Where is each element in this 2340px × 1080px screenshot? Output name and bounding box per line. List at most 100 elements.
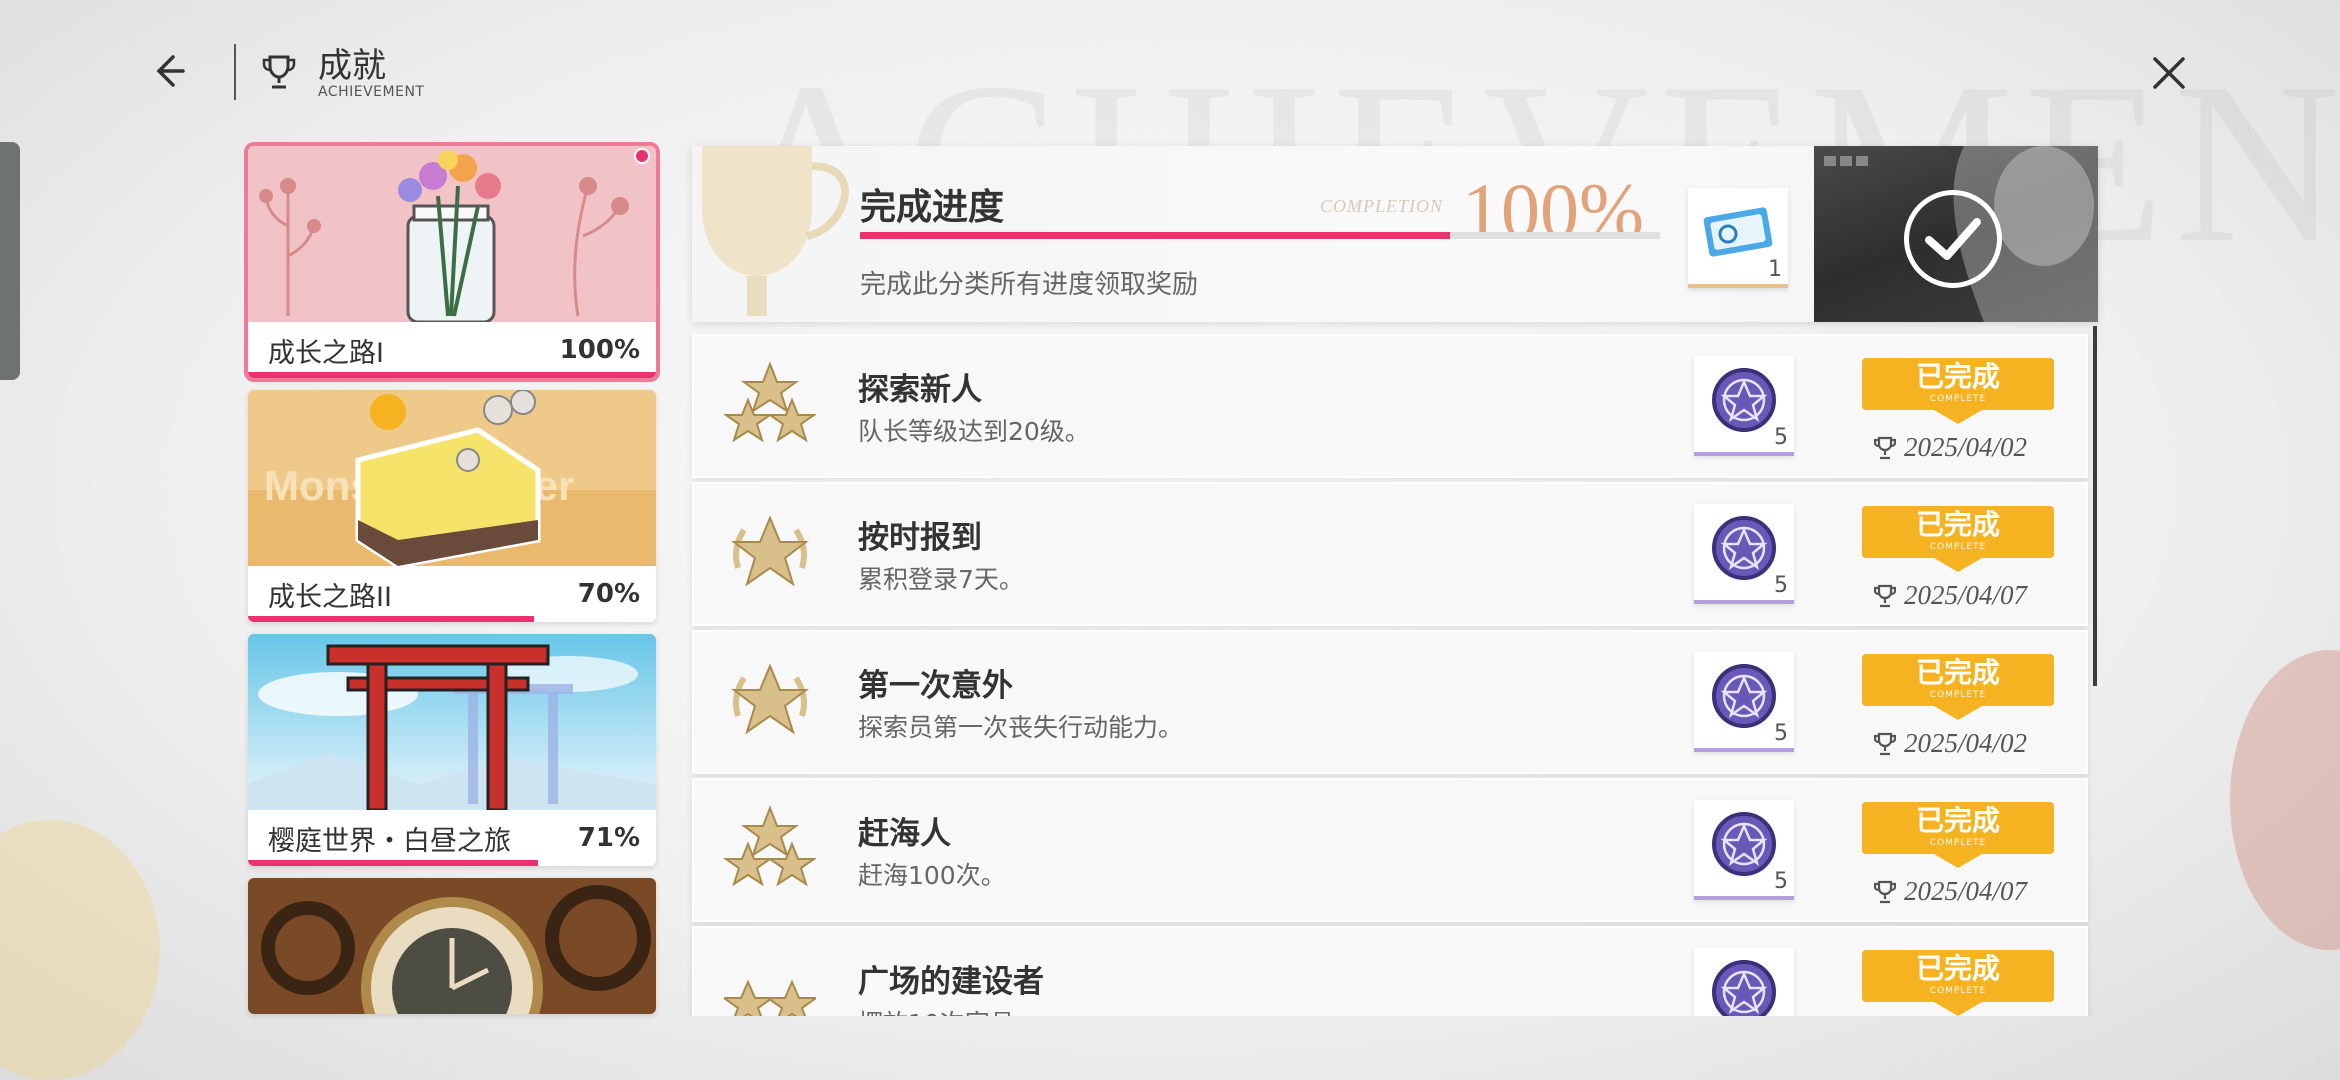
- character-portrait: [1814, 146, 2098, 322]
- category-label-row: 成长之路I 100%: [248, 322, 656, 378]
- achievement-name: 第一次意外: [858, 668, 1013, 704]
- two-star-medal-icon: [724, 979, 816, 1016]
- completion-date: 2025/04/07: [1874, 580, 2027, 611]
- category-name: 樱庭世界・白昼之旅: [268, 825, 511, 857]
- category-progress-bar: [248, 372, 656, 378]
- reward-count: 5: [1774, 573, 1788, 598]
- completed-sublabel: COMPLETE: [1929, 690, 1987, 700]
- three-star-medal-icon: [724, 805, 816, 887]
- achievement-description: 探索员第一次丧失行动能力。: [858, 713, 1184, 742]
- completed-badge: 已完成 COMPLETE: [1862, 506, 2054, 572]
- achievement-description: 累积登录7天。: [858, 565, 1024, 594]
- page-title: 成就: [318, 46, 386, 86]
- reward-count: 5: [1774, 425, 1788, 450]
- completion-progress-fill: [860, 232, 1450, 239]
- page-subtitle: ACHIEVEMENT: [318, 84, 425, 100]
- reward-count: 5: [1774, 721, 1788, 746]
- category-percent: 71%: [577, 823, 640, 853]
- achievement-name: 按时报到: [858, 520, 982, 556]
- category-progress-bar: [248, 616, 534, 622]
- completion-reward-item[interactable]: 1: [1688, 188, 1788, 288]
- date-text: 2025/04/07: [1904, 580, 2028, 610]
- header-divider: [234, 44, 236, 100]
- reward-count: 5: [1774, 869, 1788, 894]
- achievement-name: 探索新人: [858, 372, 982, 408]
- completion-description: 完成此分类所有进度领取奖励: [860, 270, 1199, 300]
- category-name: 成长之路I: [268, 337, 384, 369]
- achievement-row: 广场的建设者 摆放10次家具 5 已完成 COMPLETE: [692, 926, 2088, 1016]
- category-label-row: 成长之路II 70%: [248, 566, 656, 622]
- one-star-medal-icon: [731, 515, 809, 587]
- achievement-description: 队长等级达到20级。: [858, 417, 1090, 446]
- category-art-cake: Monster Hunter: [248, 390, 656, 566]
- achievement-row: 第一次意外 探索员第一次丧失行动能力。 5 已完成 COMPLETE 2025/…: [692, 630, 2088, 774]
- achievement-name: 广场的建设者: [858, 964, 1044, 1000]
- completed-sublabel: COMPLETE: [1929, 838, 1987, 848]
- trophy-icon: [262, 55, 296, 89]
- claimed-check-icon: [1904, 190, 2002, 288]
- trophy-cup-icon: [702, 146, 849, 316]
- category-percent: 100%: [559, 335, 640, 365]
- date-text: 2025/04/02: [1904, 432, 2028, 462]
- background-blob-left: [0, 820, 160, 1080]
- category-art-flowers: [248, 146, 656, 322]
- achievement-reward[interactable]: 5: [1694, 356, 1794, 456]
- achievement-reward[interactable]: 5: [1694, 652, 1794, 752]
- completion-title: 完成进度: [860, 187, 1005, 228]
- completed-label: 已完成: [1915, 508, 2000, 541]
- completion-label-en: COMPLETION: [1320, 196, 1444, 216]
- achievement-description: 摆放10次家具: [858, 1004, 1015, 1016]
- back-button[interactable]: [148, 46, 198, 96]
- trophy-small-icon: [1874, 732, 1896, 755]
- completed-label: 已完成: [1915, 360, 2000, 393]
- completed-label: 已完成: [1915, 656, 2000, 689]
- date-text: 2025/04/02: [1904, 728, 2028, 758]
- category-art-torii: [248, 634, 656, 810]
- category-card-growth-1[interactable]: 成长之路I 100%: [244, 142, 660, 382]
- three-star-medal-icon: [724, 361, 816, 443]
- date-text: 2025/04/07: [1904, 876, 2028, 906]
- achievement-row: 赶海人 赶海100次。 5 已完成 COMPLETE 2025/04/07: [692, 778, 2088, 922]
- completed-badge: 已完成 COMPLETE: [1862, 802, 2054, 868]
- achievement-reward[interactable]: 5: [1694, 504, 1794, 604]
- achievement-name: 赶海人: [858, 816, 951, 852]
- achievement-row: 探索新人 队长等级达到20级。 5 已完成 COMPLETE 2025/04/0…: [692, 334, 2088, 478]
- back-arrow-icon: [156, 55, 185, 87]
- completion-percent: 100%: [1462, 167, 1644, 254]
- completed-badge: 已完成 COMPLETE: [1862, 654, 2054, 720]
- completed-label: 已完成: [1915, 804, 2000, 837]
- completion-date: 2025/04/02: [1874, 432, 2027, 463]
- category-card-growth-2[interactable]: Monster Hunter 成长之路II 70%: [248, 390, 656, 622]
- trophy-small-icon: [1874, 436, 1896, 459]
- reward-count: 1: [1768, 257, 1782, 282]
- trophy-small-icon: [1874, 584, 1896, 607]
- completion-panel: 完成进度 COMPLETION 100% 完成此分类所有进度领取奖励 1: [692, 146, 2098, 322]
- category-label-row: 樱庭世界・白昼之旅 71%: [248, 810, 656, 866]
- pentagram-coin-icon: [1712, 960, 1776, 1016]
- achievement-row: 按时报到 累积登录7天。 5 已完成 COMPLETE 2025/04/07: [692, 482, 2088, 626]
- completed-sublabel: COMPLETE: [1929, 394, 1987, 404]
- completed-sublabel: COMPLETE: [1929, 986, 1987, 996]
- achievement-list[interactable]: 探索新人 队长等级达到20级。 5 已完成 COMPLETE 2025/04/0…: [680, 330, 2110, 1016]
- category-card-clockwork[interactable]: [248, 878, 656, 1014]
- completion-date: 2025/04/07: [1874, 876, 2027, 907]
- one-star-medal-icon: [731, 663, 809, 735]
- category-card-sakura-world[interactable]: 樱庭世界・白昼之旅 71%: [248, 634, 656, 866]
- category-name: 成长之路II: [268, 581, 392, 613]
- category-art-clock: [248, 878, 656, 1014]
- background-blob-right: [2230, 650, 2340, 950]
- achievement-reward[interactable]: 5: [1694, 800, 1794, 900]
- completed-badge: 已完成 COMPLETE: [1862, 950, 2054, 1016]
- trophy-small-icon: [1874, 880, 1896, 903]
- close-button[interactable]: [2144, 48, 2194, 98]
- close-icon: [2153, 57, 2185, 89]
- side-drawer-handle[interactable]: [0, 142, 20, 380]
- completed-label: 已完成: [1915, 952, 2000, 985]
- achievement-description: 赶海100次。: [858, 861, 1006, 890]
- category-progress-bar: [248, 860, 538, 866]
- category-percent: 70%: [577, 579, 640, 609]
- completion-date: 2025/04/02: [1874, 728, 2027, 759]
- completed-sublabel: COMPLETE: [1929, 542, 1987, 552]
- completed-badge: 已完成 COMPLETE: [1862, 358, 2054, 424]
- achievement-reward[interactable]: 5: [1694, 948, 1794, 1016]
